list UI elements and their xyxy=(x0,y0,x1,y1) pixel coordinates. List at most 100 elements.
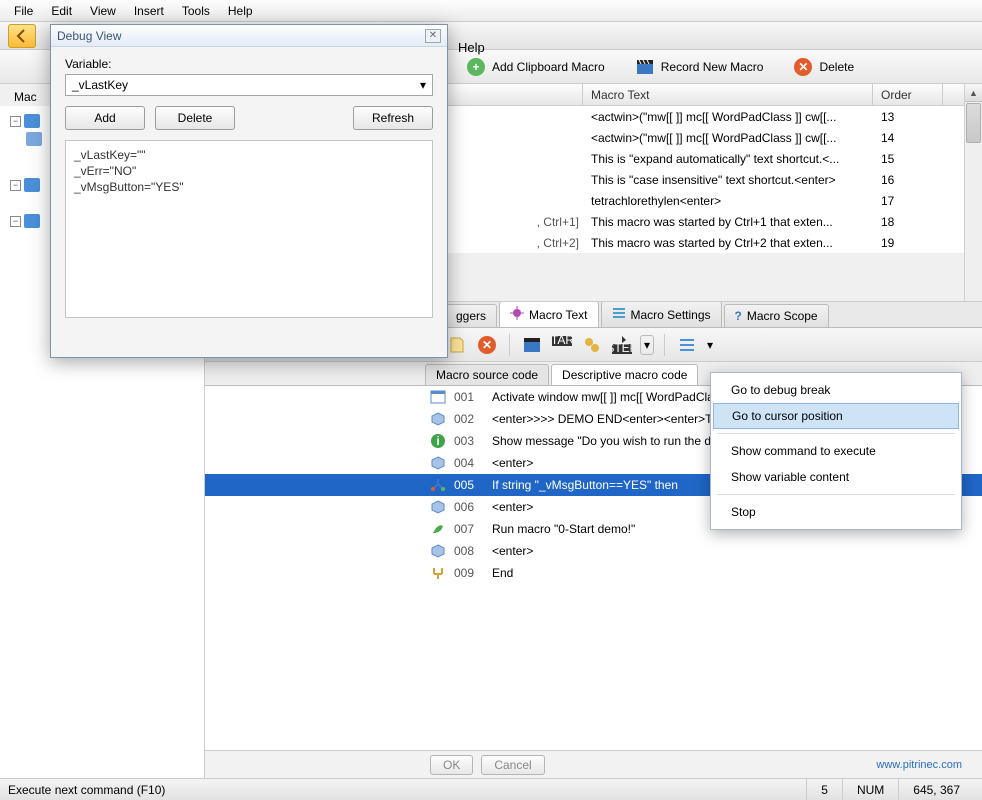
variable-combo[interactable]: _vLastKey ▾ xyxy=(65,74,433,96)
line-icon xyxy=(430,543,446,559)
delete-icon[interactable]: ✕ xyxy=(475,333,499,357)
record-new-macro-button[interactable]: Record New Macro xyxy=(629,54,770,80)
line-number: 009 xyxy=(454,566,484,580)
note-icon[interactable] xyxy=(445,333,469,357)
context-menu-item[interactable]: Show variable content xyxy=(711,464,961,490)
dialog-titlebar[interactable]: Debug View ✕ xyxy=(51,25,447,47)
dropdown-icon[interactable]: ▾ xyxy=(705,333,715,357)
sun-icon xyxy=(510,306,524,323)
status-col: 5 xyxy=(806,779,842,800)
scroll-thumb[interactable] xyxy=(966,103,981,143)
line-icon xyxy=(430,565,446,581)
folder-icon xyxy=(24,178,40,192)
question-icon: ? xyxy=(735,309,742,323)
back-button[interactable] xyxy=(8,24,36,48)
debug-context-menu[interactable]: Go to debug breakGo to cursor position Sh… xyxy=(710,372,962,530)
line-number: 008 xyxy=(454,544,484,558)
variable-value: _vErr="NO" xyxy=(74,163,424,179)
svg-text:START: START xyxy=(552,336,572,347)
line-icon: i xyxy=(430,433,446,449)
folder-icon xyxy=(24,214,40,228)
col-order[interactable]: Order xyxy=(873,84,943,105)
menu-help[interactable]: Help xyxy=(220,2,261,20)
clapper-icon[interactable] xyxy=(520,333,544,357)
menu-tools[interactable]: Tools xyxy=(174,2,218,20)
chevron-down-icon[interactable]: ▾ xyxy=(420,78,426,92)
line-number: 003 xyxy=(454,434,484,448)
variable-value: _vMsgButton="YES" xyxy=(74,179,424,195)
status-coord: 645, 367 xyxy=(898,779,974,800)
svg-text:i: i xyxy=(436,434,439,448)
menu-edit[interactable]: Edit xyxy=(43,2,80,20)
line-text: <enter> xyxy=(492,544,533,558)
menu-view[interactable]: View xyxy=(82,2,124,20)
dropdown-icon[interactable]: ▾ xyxy=(640,335,654,355)
col-macro-text[interactable]: Macro Text xyxy=(583,84,873,105)
line-icon xyxy=(430,521,446,537)
code-line[interactable]: 009 End xyxy=(205,562,982,584)
dialog-title: Debug View xyxy=(57,29,122,43)
menu-file[interactable]: File xyxy=(6,2,41,20)
gears-icon[interactable] xyxy=(580,333,604,357)
variable-label: Variable: xyxy=(65,57,433,71)
expander-icon[interactable]: − xyxy=(10,216,21,227)
item-icon xyxy=(26,132,42,146)
refresh-button[interactable]: Refresh xyxy=(353,106,433,130)
dialog-buttons: OK Cancel www.pitrinec.com xyxy=(205,750,982,778)
clipboard-plus-icon: + xyxy=(466,57,486,77)
debug-view-dialog[interactable]: Debug View ✕ Variable: _vLastKey ▾ Add D… xyxy=(50,24,448,358)
context-menu-item[interactable]: Go to cursor position xyxy=(713,403,959,429)
subtab-source[interactable]: Macro source code xyxy=(425,364,549,385)
variable-list[interactable]: _vLastKey="" _vErr="NO" _vMsgButton="YES… xyxy=(65,140,433,318)
close-icon[interactable]: ✕ xyxy=(425,29,441,43)
delete-button[interactable]: ✕ Delete xyxy=(787,54,860,80)
menubar: File Edit View Insert Tools Help xyxy=(0,0,982,22)
list-icon[interactable] xyxy=(675,333,699,357)
line-number: 005 xyxy=(454,478,484,492)
delete-button[interactable]: Delete xyxy=(155,106,235,130)
start-icon[interactable]: START xyxy=(550,333,574,357)
cancel-button[interactable]: Cancel xyxy=(481,755,544,775)
line-text: End xyxy=(492,566,513,580)
tab-macro-scope[interactable]: ? Macro Scope xyxy=(724,304,829,327)
add-button[interactable]: Add xyxy=(65,106,145,130)
step-icon[interactable]: STEP xyxy=(610,333,634,357)
status-num: NUM xyxy=(842,779,898,800)
line-text: Run macro "0-Start demo!" xyxy=(492,522,635,536)
website-link[interactable]: www.pitrinec.com xyxy=(876,759,962,771)
toolbar-help-label[interactable]: Help xyxy=(458,40,485,55)
tab-macro-text[interactable]: Macro Text xyxy=(499,301,598,327)
line-number: 007 xyxy=(454,522,484,536)
tab-triggers[interactable]: ggers xyxy=(445,304,497,327)
line-icon xyxy=(430,499,446,515)
add-clipboard-macro-button[interactable]: + Add Clipboard Macro xyxy=(460,54,611,80)
line-icon xyxy=(430,477,446,493)
code-line[interactable]: 008 <enter> xyxy=(205,540,982,562)
line-text: If string "_vMsgButton==YES" then xyxy=(492,478,678,492)
line-icon xyxy=(430,389,446,405)
subtab-descriptive[interactable]: Descriptive macro code xyxy=(551,364,698,385)
expander-icon[interactable]: − xyxy=(10,180,21,191)
menu-insert[interactable]: Insert xyxy=(126,2,172,20)
sliders-icon xyxy=(612,306,626,323)
line-number: 001 xyxy=(454,390,484,404)
folder-icon xyxy=(24,114,40,128)
grid-scrollbar[interactable]: ▲ xyxy=(964,84,982,301)
clapper-icon xyxy=(635,57,655,77)
delete-icon: ✕ xyxy=(793,57,813,77)
line-number: 002 xyxy=(454,412,484,426)
tab-macro-settings[interactable]: Macro Settings xyxy=(601,301,722,327)
context-menu-item[interactable]: Show command to execute xyxy=(711,438,961,464)
tree-header-label: Mac xyxy=(14,90,37,104)
line-icon xyxy=(430,411,446,427)
line-number: 004 xyxy=(454,456,484,470)
scroll-up-icon[interactable]: ▲ xyxy=(965,84,982,102)
variable-value: _vLastKey="" xyxy=(74,147,424,163)
context-menu-item[interactable]: Go to debug break xyxy=(711,377,961,403)
line-text: <enter> xyxy=(492,500,533,514)
line-text: <enter> xyxy=(492,456,533,470)
ok-button[interactable]: OK xyxy=(430,755,473,775)
line-number: 006 xyxy=(454,500,484,514)
context-menu-item[interactable]: Stop xyxy=(711,499,961,525)
expander-icon[interactable]: − xyxy=(10,116,21,127)
